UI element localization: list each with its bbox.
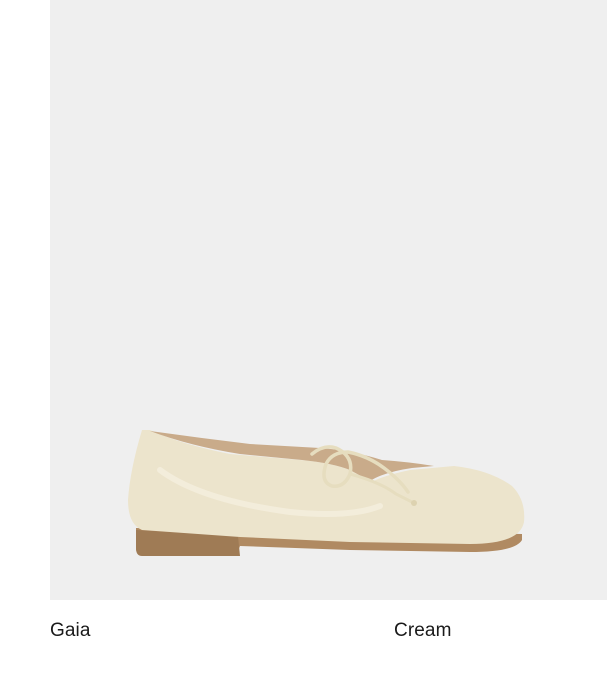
product-card: Gaia Cream: [0, 0, 607, 693]
product-color: Cream: [394, 620, 452, 641]
ballet-flat-shoe-icon: [128, 430, 525, 556]
product-name[interactable]: Gaia: [50, 620, 91, 642]
product-image[interactable]: [50, 0, 607, 600]
lace-end: [411, 500, 417, 506]
